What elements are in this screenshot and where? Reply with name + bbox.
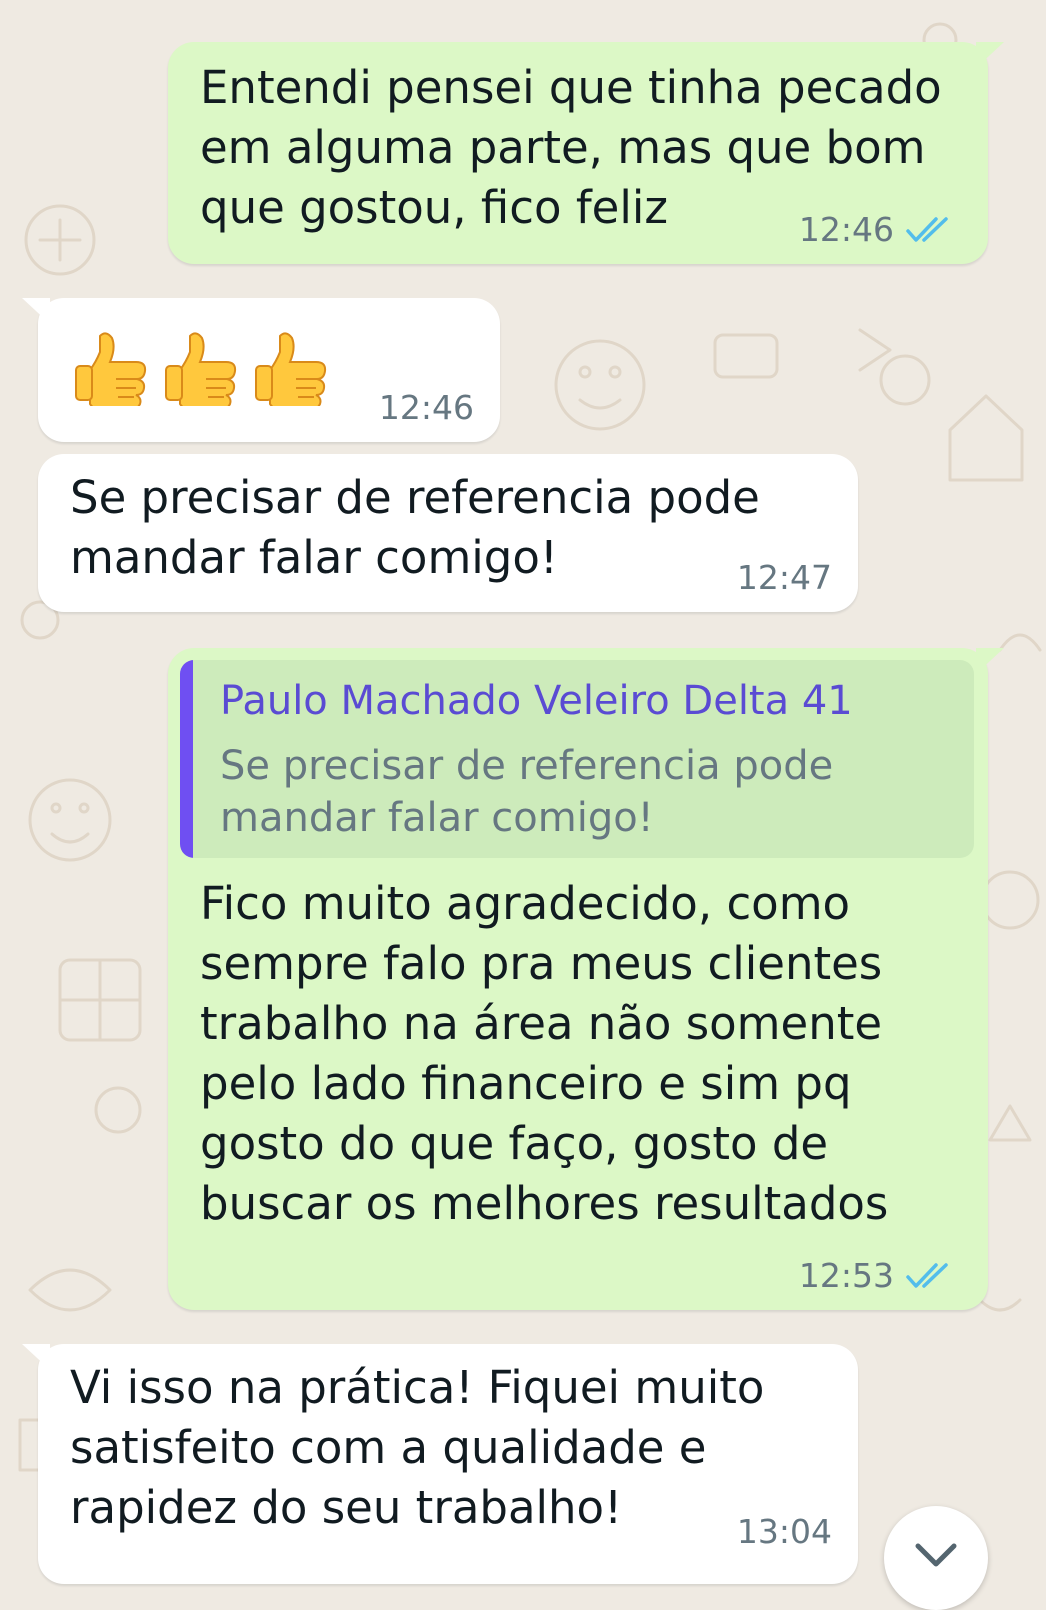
chevron-down-icon <box>915 1543 957 1567</box>
message-meta: 12:47 <box>737 558 832 597</box>
bubble-tail <box>976 648 1004 674</box>
quote-accent-bar <box>180 660 193 858</box>
outgoing-message[interactable]: Entendi pensei que tinha pecado em algum… <box>168 42 1004 264</box>
thumbs-up-icon <box>255 332 327 406</box>
incoming-message[interactable]: 12:46 <box>22 298 500 442</box>
message-meta: 13:04 <box>737 1512 832 1551</box>
message-time: 12:46 <box>798 210 894 249</box>
message-text: Fico muito agradecido, como sempre falo … <box>200 877 889 1230</box>
incoming-message[interactable]: Se precisar de referencia pode mandar fa… <box>38 454 858 612</box>
message-meta: 12:46 <box>379 388 474 427</box>
message-text: Se precisar de referencia pode mandar fa… <box>70 471 760 584</box>
double-check-read-icon <box>906 1262 948 1288</box>
incoming-message[interactable]: Vi isso na prática! Fiquei muito satisfe… <box>22 1344 858 1584</box>
message-time: 13:04 <box>736 1512 832 1551</box>
thumbs-up-icon <box>75 332 147 406</box>
message-meta: 12:53 <box>799 1256 958 1295</box>
bubble-tail <box>22 298 50 324</box>
double-check-read-icon <box>906 216 948 242</box>
message-list[interactable]: Entendi pensei que tinha pecado em algum… <box>0 0 1046 1610</box>
thumbs-up-icon <box>165 332 237 406</box>
message-time: 12:46 <box>378 388 474 427</box>
emoji-row <box>72 326 332 406</box>
message-meta: 12:46 <box>799 210 958 249</box>
message-text: Vi isso na prática! Fiquei muito satisfe… <box>70 1361 765 1534</box>
bubble-tail <box>22 1344 50 1370</box>
quoted-message[interactable]: Paulo Machado Veleiro Delta 41 Se precis… <box>180 660 974 858</box>
bubble-tail <box>976 42 1004 68</box>
scroll-to-bottom-button[interactable] <box>884 1506 988 1610</box>
quote-text: Se precisar de referencia pode mandar fa… <box>220 743 834 841</box>
outgoing-reply-message[interactable]: Paulo Machado Veleiro Delta 41 Se precis… <box>168 648 1004 1310</box>
quote-author: Paulo Machado Veleiro Delta 41 <box>220 678 853 724</box>
message-time: 12:47 <box>736 558 832 597</box>
message-time: 12:53 <box>798 1256 894 1295</box>
